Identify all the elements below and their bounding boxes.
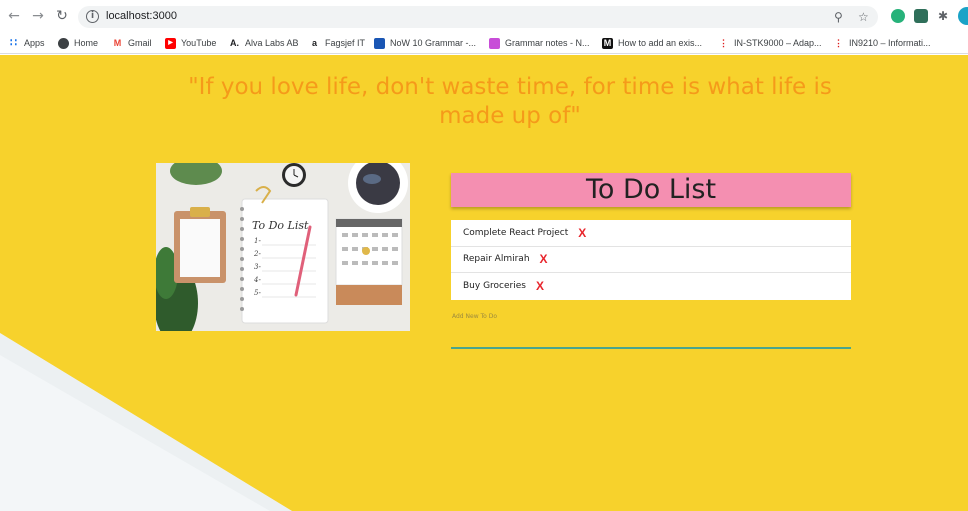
- extension-icon[interactable]: [914, 9, 928, 23]
- todo-list-title: To Do List: [451, 173, 851, 207]
- medium-icon: M: [602, 37, 613, 49]
- hero-item-3: 3-: [254, 263, 261, 271]
- todo-list: Complete React Project X Repair Almirah …: [451, 220, 851, 300]
- gmail-icon: M: [113, 37, 122, 48]
- hero-item-4: 4-: [253, 276, 261, 284]
- bookmark-grammar-notes[interactable]: Grammar notes - N...: [489, 36, 590, 50]
- url-text: localhost:3000: [106, 10, 177, 22]
- bookmark-fagsjef[interactable]: a Fagsjef IT: [309, 36, 365, 50]
- bookmark-label: IN-STK9000 – Adap...: [734, 38, 822, 48]
- zoom-icon[interactable]: ⚲: [834, 10, 843, 24]
- todo-item-text: Complete React Project: [463, 227, 569, 238]
- bookmark-label: NoW 10 Grammar -...: [390, 38, 477, 48]
- hero-notebook-title: To Do List: [252, 219, 309, 232]
- bookmark-label: Fagsjef IT: [325, 38, 366, 48]
- bookmark-alva-labs[interactable]: A. Alva Labs AB: [229, 36, 299, 50]
- todo-hero-image: To Do List 1- 2- 3- 4- 5-: [156, 163, 410, 331]
- bookmark-label: Apps: [24, 38, 45, 48]
- todo-item: Repair Almirah X: [451, 247, 851, 273]
- reload-icon[interactable]: ↻: [54, 8, 70, 24]
- home-globe-icon: [58, 37, 69, 49]
- delete-todo-button[interactable]: X: [536, 279, 544, 293]
- alva-labs-icon: A.: [230, 37, 239, 48]
- bookmark-in-stk9000[interactable]: ⋮ IN-STK9000 – Adap...: [718, 36, 822, 50]
- profile-avatar[interactable]: [958, 7, 968, 25]
- bookmark-label: Home: [74, 38, 99, 48]
- todo-item-text: Repair Almirah: [463, 254, 530, 265]
- fagsjef-icon: a: [311, 37, 317, 48]
- bookmark-label: IN9210 – Informati...: [849, 38, 931, 48]
- add-todo-label: Add New To Do: [452, 313, 498, 320]
- bookmark-home[interactable]: Home: [58, 36, 98, 50]
- bookmark-apps[interactable]: ∷ Apps: [8, 36, 45, 50]
- bookmark-label: Gmail: [128, 38, 152, 48]
- uio-icon: ⋮: [719, 37, 728, 48]
- grammarly-extension-icon[interactable]: [891, 9, 905, 23]
- bookmark-gmail[interactable]: M Gmail: [112, 36, 152, 50]
- bookmark-label: Alva Labs AB: [245, 38, 299, 48]
- todo-item: Complete React Project X: [451, 220, 851, 247]
- bookmark-star-icon[interactable]: ☆: [858, 10, 869, 24]
- todo-item: Buy Groceries X: [451, 273, 851, 300]
- delete-todo-button[interactable]: X: [540, 252, 548, 266]
- forward-arrow-icon[interactable]: →: [30, 8, 46, 24]
- bookmark-label: How to add an exis...: [618, 38, 703, 48]
- grammar-notes-icon: [489, 37, 500, 49]
- now-icon: [374, 37, 385, 49]
- page-content: "If you love life, don't waste time, for…: [0, 55, 968, 511]
- uio-icon: ⋮: [834, 37, 843, 48]
- bookmark-youtube[interactable]: ▶ YouTube: [165, 36, 216, 50]
- hero-item-1: 1-: [254, 237, 261, 245]
- hero-item-2: 2-: [253, 250, 261, 258]
- bookmark-in9210[interactable]: ⋮ IN9210 – Informati...: [833, 36, 931, 50]
- info-icon[interactable]: i: [86, 10, 99, 23]
- delete-todo-button[interactable]: X: [578, 226, 586, 240]
- apps-grid-icon: ∷: [10, 36, 17, 49]
- youtube-icon: ▶: [165, 37, 176, 49]
- puzzle-extensions-icon[interactable]: ✱: [936, 9, 950, 23]
- bookmark-label: Grammar notes - N...: [505, 38, 590, 48]
- address-bar[interactable]: i localhost:3000 ⚲ ☆: [78, 6, 878, 28]
- bookmarks-bar: ∷ Apps Home M Gmail ▶ YouTube A. Alva La…: [0, 32, 968, 54]
- bookmark-now-grammar[interactable]: NoW 10 Grammar -...: [374, 36, 476, 50]
- bookmark-medium[interactable]: M How to add an exis...: [602, 36, 702, 50]
- bookmark-label: YouTube: [181, 38, 217, 48]
- hero-item-5: 5-: [254, 289, 261, 297]
- quote-text: "If you love life, don't waste time, for…: [188, 74, 832, 129]
- back-arrow-icon[interactable]: ←: [6, 8, 22, 24]
- add-todo-input[interactable]: [451, 321, 851, 349]
- todo-item-text: Buy Groceries: [463, 281, 526, 292]
- browser-toolbar: ← → ↻ i localhost:3000 ⚲ ☆ ✱: [0, 0, 968, 32]
